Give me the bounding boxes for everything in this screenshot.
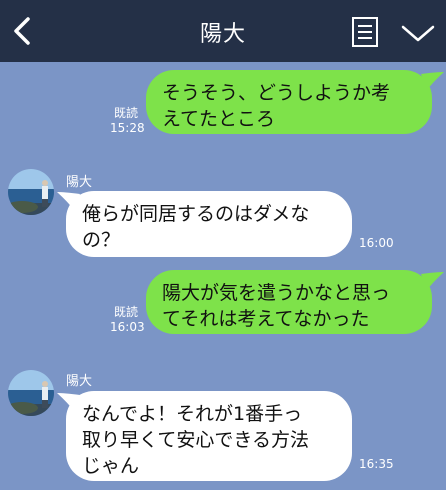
message-line: 取り早くて安心できる方法	[82, 429, 310, 451]
avatar[interactable]	[8, 370, 54, 416]
read-label: 既読	[113, 106, 138, 120]
menu-toggle-button[interactable]	[400, 22, 436, 44]
back-button[interactable]	[8, 14, 38, 48]
message-line: えてたところ	[162, 108, 276, 130]
memo-button[interactable]	[350, 16, 380, 48]
message-line: の？	[82, 229, 121, 251]
message-bubble[interactable]: なんでよ！それが1番手っ 取り早くて安心できる方法 じゃん	[66, 391, 352, 481]
message-bubble[interactable]: そうそう、どうしようか考 えてたところ	[146, 70, 432, 134]
sender-name: 陽大	[66, 374, 93, 389]
message-line: 俺らが同居するのはダメな	[82, 203, 310, 225]
chat-header: 陽大	[0, 0, 446, 62]
memo-icon	[352, 17, 378, 47]
sender-name: 陽大	[66, 175, 93, 190]
read-label: 既読	[113, 305, 138, 319]
read-receipt: 既読 16:03	[110, 305, 145, 335]
message-line: じゃん	[82, 455, 140, 477]
read-receipt: 既読 15:28	[110, 106, 145, 136]
message-line: てそれは考えてなかった	[162, 308, 370, 330]
message-time: 15:28	[110, 121, 145, 135]
avatar[interactable]	[8, 169, 54, 215]
chevron-down-icon	[401, 25, 435, 42]
message-time: 16:00	[359, 236, 394, 250]
avatar-seaside-photo	[8, 169, 54, 215]
message-bubble[interactable]: 陽大が気を遣うかなと思っ てそれは考えてなかった	[146, 270, 432, 334]
message-bubble[interactable]: 俺らが同居するのはダメな の？	[66, 191, 352, 257]
message-time: 16:03	[110, 320, 145, 334]
message-line: なんでよ！それが1番手っ	[82, 403, 303, 425]
message-time: 16:35	[359, 457, 394, 471]
avatar-seaside-photo	[8, 370, 54, 416]
message-line: そうそう、どうしようか考	[162, 82, 391, 104]
back-arrow-icon	[14, 17, 30, 45]
message-line: 陽大が気を遣うかなと思っ	[162, 282, 391, 304]
